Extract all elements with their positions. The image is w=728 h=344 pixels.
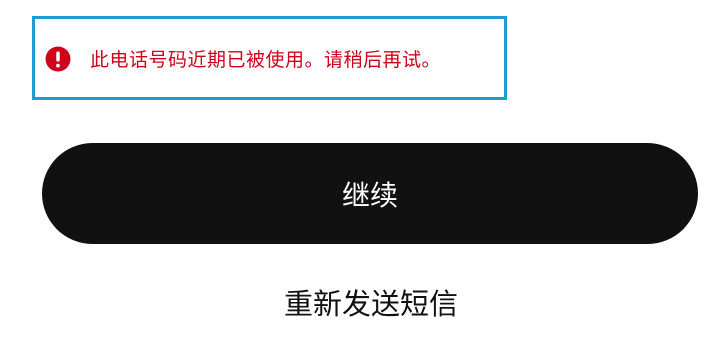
phone-verification-page: 此电话号码近期已被使用。请稍后再试。 继续 重新发送短信 <box>0 0 728 344</box>
error-banner: 此电话号码近期已被使用。请稍后再试。 <box>32 16 507 100</box>
continue-button[interactable]: 继续 <box>42 143 698 244</box>
error-message: 此电话号码近期已被使用。请稍后再试。 <box>90 49 442 71</box>
error-exclamation-icon <box>45 46 71 72</box>
resend-sms-link[interactable]: 重新发送短信 <box>0 282 728 326</box>
